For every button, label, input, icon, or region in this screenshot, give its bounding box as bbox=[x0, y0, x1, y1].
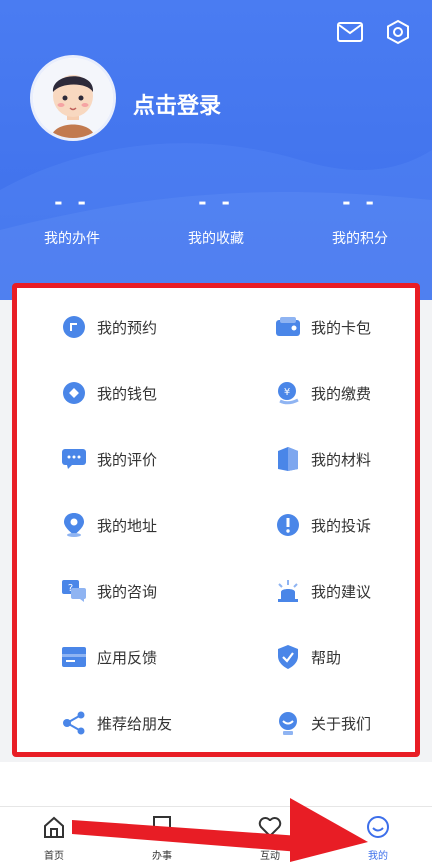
stat-label: 我的办件 bbox=[44, 231, 100, 247]
stat-my-points[interactable]: - - 我的积分 bbox=[288, 190, 432, 248]
profile-header: 点击登录 - - 我的办件 - - 我的收藏 - - 我的积分 bbox=[0, 0, 432, 300]
stat-value: - - bbox=[198, 190, 234, 214]
interact-icon bbox=[258, 815, 282, 843]
comment-icon bbox=[61, 446, 87, 472]
menu-item-complaint[interactable]: 我的投诉 bbox=[231, 512, 371, 538]
stat-label: 我的收藏 bbox=[188, 231, 244, 247]
menu-item-label: 我的卡包 bbox=[311, 318, 372, 337]
home-icon bbox=[42, 815, 66, 843]
menu-item-label: 我的地址 bbox=[97, 516, 158, 535]
wallet-icon bbox=[61, 380, 87, 406]
menu-item-consult[interactable]: ? 我的咨询 bbox=[17, 578, 231, 604]
stat-label: 我的积分 bbox=[332, 231, 388, 247]
menu-item-label: 应用反馈 bbox=[97, 648, 158, 667]
help-shield-icon bbox=[275, 644, 301, 670]
menu-item-label: 帮助 bbox=[311, 648, 342, 667]
menu-item-help[interactable]: 帮助 bbox=[231, 644, 341, 670]
tasks-icon bbox=[150, 815, 174, 843]
suggestion-icon bbox=[275, 578, 301, 604]
menu-item-label: 我的投诉 bbox=[311, 516, 372, 535]
stat-value: - - bbox=[342, 190, 378, 214]
menu-item-feedback[interactable]: 应用反馈 bbox=[17, 644, 231, 670]
menu-item-label: 我的咨询 bbox=[97, 582, 158, 601]
menu-item-wallet[interactable]: 我的钱包 bbox=[17, 380, 231, 406]
menu-item-label: 关于我们 bbox=[311, 714, 372, 733]
card-wallet-icon bbox=[275, 314, 301, 340]
menu-item-address[interactable]: 我的地址 bbox=[17, 512, 231, 538]
svg-text:¥: ¥ bbox=[284, 387, 290, 398]
menu-item-payment[interactable]: ¥ 我的缴费 bbox=[231, 380, 371, 406]
mail-icon[interactable] bbox=[336, 18, 364, 46]
tab-tasks[interactable]: 办事 bbox=[108, 807, 216, 862]
bottom-tab-bar: 首页 办事 互动 我的 bbox=[0, 806, 432, 862]
feedback-icon bbox=[61, 644, 87, 670]
menu-item-label: 我的材料 bbox=[311, 450, 372, 469]
menu-item-card-wallet[interactable]: 我的卡包 bbox=[231, 314, 371, 340]
tab-home[interactable]: 首页 bbox=[0, 807, 108, 862]
stat-my-cases[interactable]: - - 我的办件 bbox=[0, 190, 144, 248]
avatar[interactable] bbox=[30, 55, 116, 141]
menu-item-label: 我的缴费 bbox=[311, 384, 372, 403]
tab-label: 互动 bbox=[260, 851, 280, 862]
payment-icon: ¥ bbox=[275, 380, 301, 406]
location-icon bbox=[61, 512, 87, 538]
tab-profile[interactable]: 我的 bbox=[324, 807, 432, 862]
stat-my-favorites[interactable]: - - 我的收藏 bbox=[144, 190, 288, 248]
menu-item-appointment[interactable]: 我的预约 bbox=[17, 314, 231, 340]
stat-value: - - bbox=[54, 190, 90, 214]
menu-item-label: 我的预约 bbox=[97, 318, 158, 337]
menu-item-share[interactable]: 推荐给朋友 bbox=[17, 710, 231, 736]
materials-icon bbox=[275, 446, 301, 472]
appointment-icon bbox=[61, 314, 87, 340]
menu-item-about[interactable]: 关于我们 bbox=[231, 710, 371, 736]
consult-icon: ? bbox=[61, 578, 87, 604]
menu-panel: 我的预约 我的卡包 我的钱包 ¥ 我的缴费 我的评价 我的材料 我的地址 我的投… bbox=[12, 283, 420, 757]
tab-label: 首页 bbox=[44, 851, 64, 862]
menu-item-label: 我的建议 bbox=[311, 582, 372, 601]
content-spacer bbox=[0, 762, 432, 806]
menu-item-materials[interactable]: 我的材料 bbox=[231, 446, 371, 472]
login-link[interactable]: 点击登录 bbox=[133, 88, 221, 120]
menu-item-label: 我的评价 bbox=[97, 450, 158, 469]
complaint-icon bbox=[275, 512, 301, 538]
menu-item-suggestion[interactable]: 我的建议 bbox=[231, 578, 371, 604]
share-icon bbox=[61, 710, 87, 736]
about-icon bbox=[275, 710, 301, 736]
tab-interact[interactable]: 互动 bbox=[216, 807, 324, 862]
menu-item-label: 我的钱包 bbox=[97, 384, 158, 403]
menu-item-label: 推荐给朋友 bbox=[97, 714, 173, 733]
settings-icon[interactable] bbox=[384, 18, 412, 46]
tab-label: 办事 bbox=[152, 851, 172, 862]
tab-label: 我的 bbox=[368, 851, 388, 862]
menu-item-comment[interactable]: 我的评价 bbox=[17, 446, 231, 472]
profile-icon bbox=[366, 815, 390, 843]
